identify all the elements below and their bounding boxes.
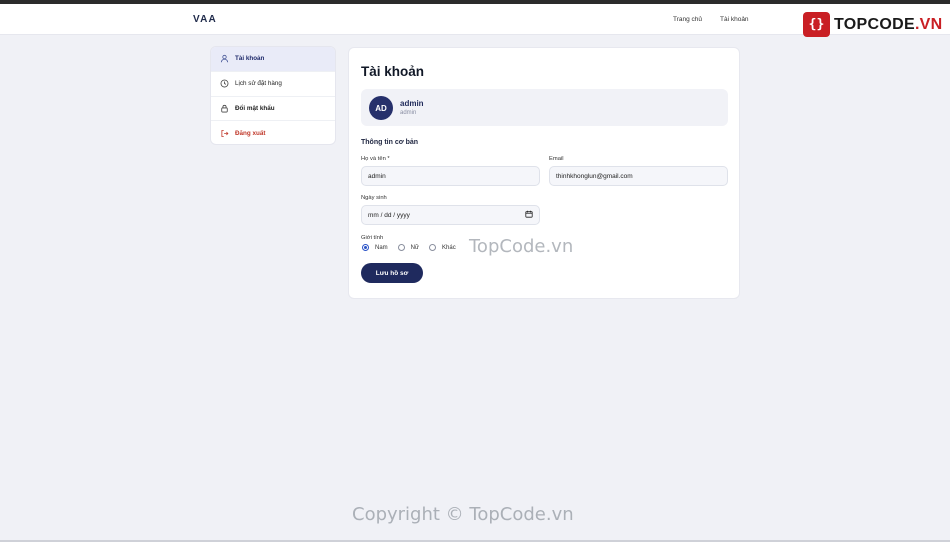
- full-name-input[interactable]: admin: [361, 166, 540, 186]
- sidebar-item-account[interactable]: Tài khoản: [211, 47, 335, 72]
- sidebar-item-label: Tài khoản: [235, 55, 265, 63]
- sidebar-item-logout[interactable]: Đăng xuất: [211, 121, 335, 144]
- topcode-logo-text: TOPCODE.VN: [834, 16, 943, 34]
- sidebar-item-label: Đổi mật khẩu: [235, 104, 275, 112]
- watermark-center: TopCode.vn: [469, 236, 574, 257]
- calendar-icon[interactable]: [525, 210, 533, 220]
- profile-name: admin: [400, 99, 424, 108]
- sidebar-item-order-history[interactable]: Lịch sử đặt hàng: [211, 72, 335, 97]
- clock-icon: [220, 79, 229, 88]
- radio-other[interactable]: [429, 244, 437, 251]
- avatar: AD: [369, 96, 393, 120]
- birthdate-input[interactable]: mm / dd / yyyy: [361, 205, 540, 225]
- radio-female[interactable]: [397, 244, 405, 251]
- gender-radio-group: Nam Nữ Khác: [362, 244, 466, 251]
- topcode-logo-mark: {}: [803, 12, 830, 37]
- account-card: Tài khoản AD admin admin Thông tin cơ bả…: [348, 47, 740, 299]
- section-title-basic-info: Thông tin cơ bản: [361, 139, 419, 146]
- watermark-bottom: Copyright © TopCode.vn: [352, 504, 574, 525]
- topcode-logo: {} TOPCODE.VN: [803, 12, 943, 37]
- page-title: Tài khoản: [361, 64, 425, 79]
- gender-option-label: Nam: [375, 244, 388, 251]
- gender-label: Giới tính: [361, 235, 384, 241]
- profile-summary: AD admin admin: [361, 89, 728, 126]
- lock-icon: [220, 104, 229, 113]
- sidebar-item-label: Đăng xuất: [235, 130, 266, 138]
- logout-icon: [220, 129, 229, 138]
- radio-male[interactable]: [362, 244, 369, 251]
- birthdate-placeholder: mm / dd / yyyy: [368, 211, 410, 219]
- nav-link-home[interactable]: Trang chủ: [673, 16, 702, 23]
- profile-role: admin: [400, 110, 417, 116]
- gender-option-label: Nữ: [410, 244, 420, 251]
- topcode-logo-main: TOPCODE: [834, 15, 915, 33]
- birthdate-label: Ngày sinh: [361, 195, 387, 201]
- user-icon: [220, 54, 229, 63]
- gender-option-other[interactable]: Khác: [429, 244, 456, 251]
- topcode-logo-suffix: .VN: [914, 15, 943, 33]
- save-profile-button[interactable]: Lưu hồ sơ: [361, 263, 423, 283]
- gender-option-male[interactable]: Nam: [362, 244, 388, 251]
- brand-logo[interactable]: VAA: [193, 14, 217, 25]
- email-input[interactable]: thinhkhonglun@gmail.com: [549, 166, 728, 186]
- full-name-label: Họ và tên *: [361, 156, 390, 162]
- sidebar-item-change-password[interactable]: Đổi mật khẩu: [211, 97, 335, 122]
- gender-option-female[interactable]: Nữ: [397, 244, 420, 251]
- account-sidebar: Tài khoản Lịch sử đặt hàng Đổi mật khẩu …: [210, 46, 336, 145]
- sidebar-item-label: Lịch sử đặt hàng: [235, 80, 282, 88]
- gender-option-label: Khác: [442, 244, 456, 251]
- nav-link-account[interactable]: Tài khoản: [720, 16, 749, 23]
- email-label: Email: [549, 156, 564, 162]
